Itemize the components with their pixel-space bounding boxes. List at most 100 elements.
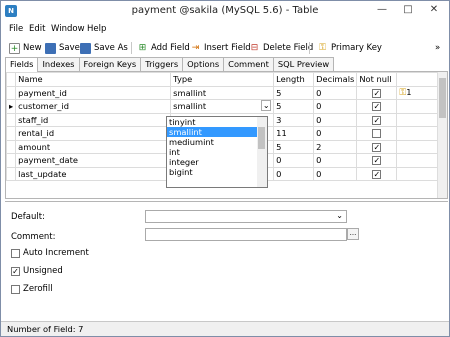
field-not-null-cell[interactable]: ✓	[356, 139, 398, 154]
comment-expand-button[interactable]: ...	[347, 228, 359, 240]
column-header-decimals[interactable]: Decimals	[313, 72, 358, 87]
dropdown-scroll-thumb[interactable]	[258, 127, 265, 149]
column-header-name[interactable]: Name	[15, 72, 172, 87]
field-decimals-cell[interactable]: 2	[313, 139, 358, 154]
grid-scroll-thumb[interactable]	[439, 78, 446, 118]
insert-field-button[interactable]: ⇥ Insert Field	[190, 41, 251, 55]
unsigned-box[interactable]: ✓	[11, 266, 20, 276]
not-null-checkbox[interactable]: ✓	[372, 142, 382, 152]
type-option[interactable]: bigint	[167, 167, 257, 177]
row-indicator	[6, 153, 17, 168]
primary-key-button[interactable]: ⚿ Primary Key	[317, 41, 382, 55]
auto-increment-checkbox[interactable]: Auto Increment	[11, 248, 89, 258]
menu-help[interactable]: Help	[87, 24, 106, 34]
field-key-cell	[396, 166, 444, 181]
tab-sql-preview[interactable]: SQL Preview	[272, 57, 335, 71]
table-row[interactable]: ▸ customer_id smallint ⌄ 5 0 ✓	[6, 99, 444, 114]
toolbar-overflow-button[interactable]: »	[435, 41, 440, 55]
close-button[interactable]: ✕	[425, 3, 443, 17]
field-not-null-cell[interactable]	[356, 126, 398, 141]
field-length-cell[interactable]: 0	[273, 153, 315, 168]
not-null-checkbox[interactable]: ✓	[372, 102, 382, 112]
field-length-cell[interactable]: 3	[273, 112, 315, 127]
menu-file[interactable]: File	[9, 24, 23, 34]
add-field-button[interactable]: ⊞ Add Field	[137, 41, 190, 55]
not-null-checkbox[interactable]: ✓	[372, 169, 382, 179]
tab-comment[interactable]: Comment	[223, 57, 274, 71]
menu-edit[interactable]: Edit	[29, 24, 45, 34]
not-null-checkbox[interactable]: ✓	[372, 156, 382, 166]
primary-key-label: Primary Key	[331, 43, 382, 53]
field-name-cell[interactable]: staff_id	[15, 112, 172, 127]
field-length-cell[interactable]: 5	[273, 99, 315, 114]
zerofill-box[interactable]	[11, 284, 20, 294]
field-name-cell[interactable]: payment_id	[15, 85, 172, 100]
unsigned-checkbox[interactable]: ✓ Unsigned	[11, 266, 63, 276]
not-null-checkbox[interactable]	[372, 129, 382, 139]
row-indicator	[6, 139, 17, 154]
field-decimals-cell[interactable]: 0	[313, 99, 358, 114]
type-option[interactable]: smallint	[167, 127, 257, 137]
maximize-button[interactable]: □	[399, 3, 417, 17]
field-name-cell[interactable]: last_update	[15, 166, 172, 181]
column-header-not-null[interactable]: Not null	[356, 72, 398, 87]
field-decimals-cell[interactable]: 0	[313, 153, 358, 168]
field-length-cell[interactable]: 0	[273, 166, 315, 181]
field-decimals-cell[interactable]: 0	[313, 126, 358, 141]
dropdown-scrollbar[interactable]	[257, 117, 267, 187]
field-not-null-cell[interactable]: ✓	[356, 112, 398, 127]
key-icon: ⚿	[319, 42, 326, 53]
zerofill-checkbox[interactable]: Zerofill	[11, 284, 53, 294]
tab-indexes[interactable]: Indexes	[37, 57, 80, 71]
not-null-checkbox[interactable]: ✓	[372, 88, 382, 98]
grid-scrollbar[interactable]	[437, 72, 447, 198]
type-dropdown-list[interactable]: tinyint smallint mediumint int integer bigint	[166, 116, 268, 188]
tab-strip: Fields Indexes Foreign Keys Triggers Opt…	[5, 57, 335, 72]
field-type-cell[interactable]: smallint	[170, 85, 275, 100]
tab-triggers[interactable]: Triggers	[140, 57, 184, 71]
toolbar-separator	[131, 42, 132, 54]
row-indicator-header	[6, 72, 17, 87]
type-option[interactable]: tinyint	[167, 117, 257, 127]
field-not-null-cell[interactable]: ✓	[356, 153, 398, 168]
save-as-button[interactable]: Save As	[80, 41, 128, 55]
comment-label: Comment:	[11, 232, 56, 242]
type-dropdown-icon[interactable]: ⌄	[261, 100, 272, 111]
table-designer-window: N payment @sakila (MySQL 5.6) - Table — …	[0, 0, 450, 337]
save-button[interactable]: Save	[45, 41, 80, 55]
tab-options[interactable]: Options	[182, 57, 225, 71]
field-name-cell[interactable]: rental_id	[15, 126, 172, 141]
default-label: Default:	[11, 212, 45, 222]
toolbar-separator	[309, 42, 310, 54]
field-length-cell[interactable]: 5	[273, 85, 315, 100]
field-decimals-cell[interactable]: 0	[313, 166, 358, 181]
type-option[interactable]: integer	[167, 157, 257, 167]
field-name-cell[interactable]: payment_date	[15, 153, 172, 168]
tab-foreign-keys[interactable]: Foreign Keys	[78, 57, 142, 71]
column-header-length[interactable]: Length	[273, 72, 315, 87]
insert-field-icon: ⇥	[191, 42, 200, 53]
field-length-cell[interactable]: 5	[273, 139, 315, 154]
delete-field-button[interactable]: ⊟ Delete Field	[249, 41, 314, 55]
menu-window[interactable]: Window	[51, 24, 85, 34]
tab-fields[interactable]: Fields	[5, 57, 39, 72]
new-button[interactable]: + New	[9, 41, 42, 55]
field-decimals-cell[interactable]: 0	[313, 112, 358, 127]
not-null-checkbox[interactable]: ✓	[372, 115, 382, 125]
field-name-cell[interactable]: amount	[15, 139, 172, 154]
minimize-button[interactable]: —	[373, 3, 391, 17]
comment-input[interactable]	[145, 228, 347, 241]
type-option[interactable]: int	[167, 147, 257, 157]
default-select[interactable]: ⌄	[145, 210, 347, 223]
field-decimals-cell[interactable]: 0	[313, 85, 358, 100]
field-not-null-cell[interactable]: ✓	[356, 166, 398, 181]
field-type-cell[interactable]: smallint ⌄	[170, 99, 275, 114]
auto-increment-box[interactable]	[11, 248, 20, 258]
field-not-null-cell[interactable]: ✓	[356, 85, 398, 100]
type-option[interactable]: mediumint	[167, 137, 257, 147]
table-row[interactable]: payment_id smallint 5 0 ✓ ⚿1	[6, 85, 444, 100]
field-length-cell[interactable]: 11	[273, 126, 315, 141]
field-not-null-cell[interactable]: ✓	[356, 99, 398, 114]
field-name-cell[interactable]: customer_id	[15, 99, 172, 114]
column-header-type[interactable]: Type	[170, 72, 275, 87]
